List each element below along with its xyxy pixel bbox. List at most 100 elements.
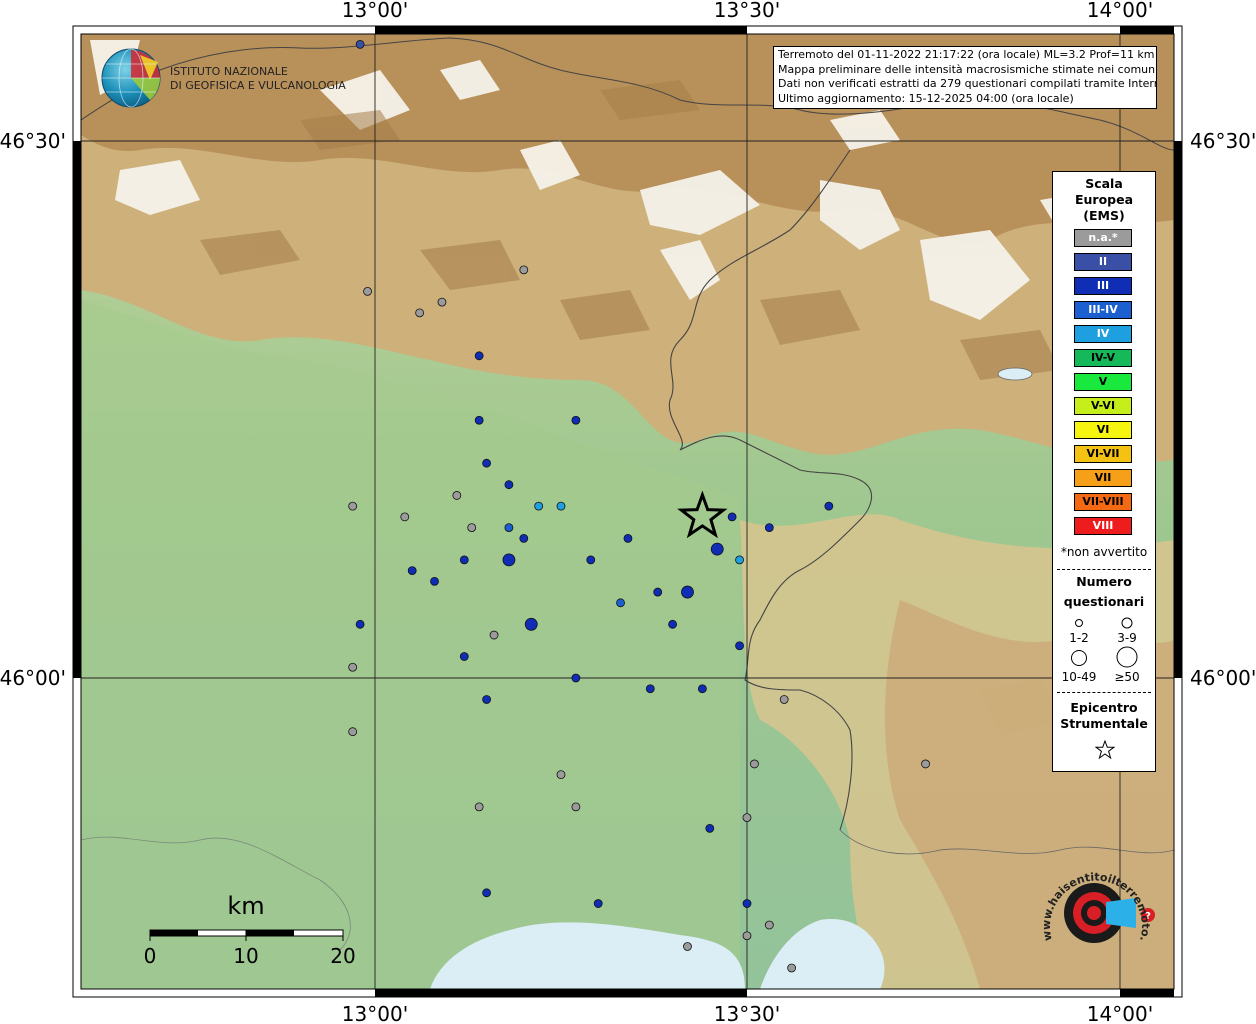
count-symbol-large (1071, 650, 1087, 666)
intensity-point (742, 899, 752, 908)
count-label: 1-2 (1069, 631, 1089, 645)
legend-title: (EMS) (1083, 208, 1125, 223)
scale-unit: km (227, 892, 264, 920)
lat-label: 46°00' (0, 666, 66, 690)
legend-item: III-IV (1074, 301, 1132, 319)
intensity-point (519, 265, 529, 275)
lon-label: 14°00' (1087, 1002, 1153, 1024)
legend-item: VI-VII (1074, 445, 1132, 463)
ingv-name-line2: DI GEOFISICA E VULCANOLOGIA (170, 79, 346, 92)
count-label: 10-49 (1061, 670, 1097, 684)
legend-item: III (1074, 277, 1132, 295)
intensity-point (705, 823, 715, 833)
intensity-point (348, 727, 358, 737)
intensity-point (474, 802, 484, 812)
intensity-point (681, 585, 694, 599)
intensity-point (623, 533, 633, 543)
info-line: Ultimo aggiornamento: 15-12-2025 04:00 (… (778, 91, 1074, 105)
intensity-point (415, 308, 425, 318)
intensity-point (504, 480, 514, 490)
info-line: Mappa preliminare delle intensità macros… (778, 62, 1157, 76)
scale-label: 20 (330, 944, 355, 968)
lat-label: 46°30' (1190, 129, 1256, 153)
intensity-point (735, 641, 744, 651)
intensity-point (524, 617, 538, 631)
intensity-point (355, 39, 365, 49)
intensity-point (764, 523, 774, 533)
terrain-layer (81, 34, 1174, 989)
count-symbol-medium (1121, 617, 1133, 629)
intensity-point (430, 576, 439, 586)
ingv-name-line1: ISTITUTO NAZIONALE (170, 65, 288, 78)
intensity-point (534, 501, 544, 511)
intensity-point (556, 501, 566, 511)
intensity-point (474, 415, 484, 425)
legend-title: Europea (1074, 192, 1134, 207)
intensity-point (504, 523, 514, 533)
lon-label: 13°00' (342, 1002, 408, 1024)
legend-item: IV-V (1074, 349, 1132, 367)
intensity-point (824, 501, 834, 511)
intensity-point (645, 684, 655, 694)
lon-label: 13°00' (342, 0, 408, 22)
intensity-point (482, 695, 492, 704)
intensity-point (764, 920, 774, 930)
intensity-point (452, 491, 462, 500)
lon-label: 13°30' (714, 0, 780, 22)
lon-labels-bottom: 13°00' 13°30' 14°00' (342, 1002, 1153, 1024)
intensity-point (787, 963, 797, 973)
intensity-point (482, 888, 492, 898)
legend-item: VII-VIII (1074, 493, 1132, 511)
legend: Scala Europea (EMS) n.a.* II III III-IV IV IV… (1052, 171, 1156, 772)
intensity-point (653, 587, 663, 597)
intensity-point (921, 759, 930, 769)
scale-label: 10 (233, 944, 258, 968)
intensity-point (742, 931, 752, 941)
intensity-point (668, 619, 677, 629)
intensity-point (459, 652, 469, 661)
intensity-point (683, 942, 692, 951)
intensity-point (482, 458, 492, 468)
intensity-point (735, 555, 744, 565)
intensity-point (400, 512, 410, 522)
legend-divider (1057, 569, 1151, 570)
intensity-point (519, 533, 529, 543)
lat-label: 46°00' (1190, 666, 1256, 690)
legend-title: Scala (1085, 176, 1123, 191)
count-label: 3-9 (1117, 631, 1137, 645)
info-line: Terremoto del 01-11-2022 21:17:22 (ora l… (778, 48, 1155, 61)
lon-label: 13°30' (714, 1002, 780, 1024)
legend-item: II (1074, 253, 1132, 271)
lat-label: 46°30' (0, 129, 66, 153)
intensity-point (727, 512, 737, 522)
intensity-point (779, 695, 789, 704)
intensity-point (750, 759, 759, 769)
info-line: Dati non verificati estratti da 279 ques… (778, 77, 1157, 90)
intensity-point (348, 662, 358, 672)
intensity-point (571, 673, 581, 683)
intensity-point (489, 630, 499, 640)
count-label: ≥50 (1114, 670, 1140, 684)
intensity-point (355, 619, 365, 629)
count-title: Numero (1076, 574, 1132, 589)
legend-item: IV (1074, 325, 1132, 343)
legend-item: V (1074, 373, 1132, 391)
legend-item: VI (1074, 421, 1132, 439)
legend-divider (1057, 692, 1151, 693)
lon-labels-top: 13°00' 13°30' 14°00' (342, 0, 1153, 22)
intensity-point (502, 553, 516, 567)
scale-label: 0 (144, 944, 157, 968)
intensity-point (586, 555, 596, 565)
intensity-point (742, 813, 752, 823)
legend-item: VIII (1074, 517, 1132, 535)
count-symbol-small (1075, 619, 1083, 627)
intensity-point (556, 770, 566, 780)
intensity-point (593, 899, 603, 908)
intensity-point (437, 297, 447, 307)
intensity-point (407, 566, 417, 575)
legend-item: V-VI (1074, 397, 1132, 415)
intensity-point (571, 802, 581, 812)
legend-item: n.a.* (1074, 229, 1132, 247)
epicenter-title: Strumentale (1060, 716, 1148, 731)
intensity-point (616, 598, 625, 608)
